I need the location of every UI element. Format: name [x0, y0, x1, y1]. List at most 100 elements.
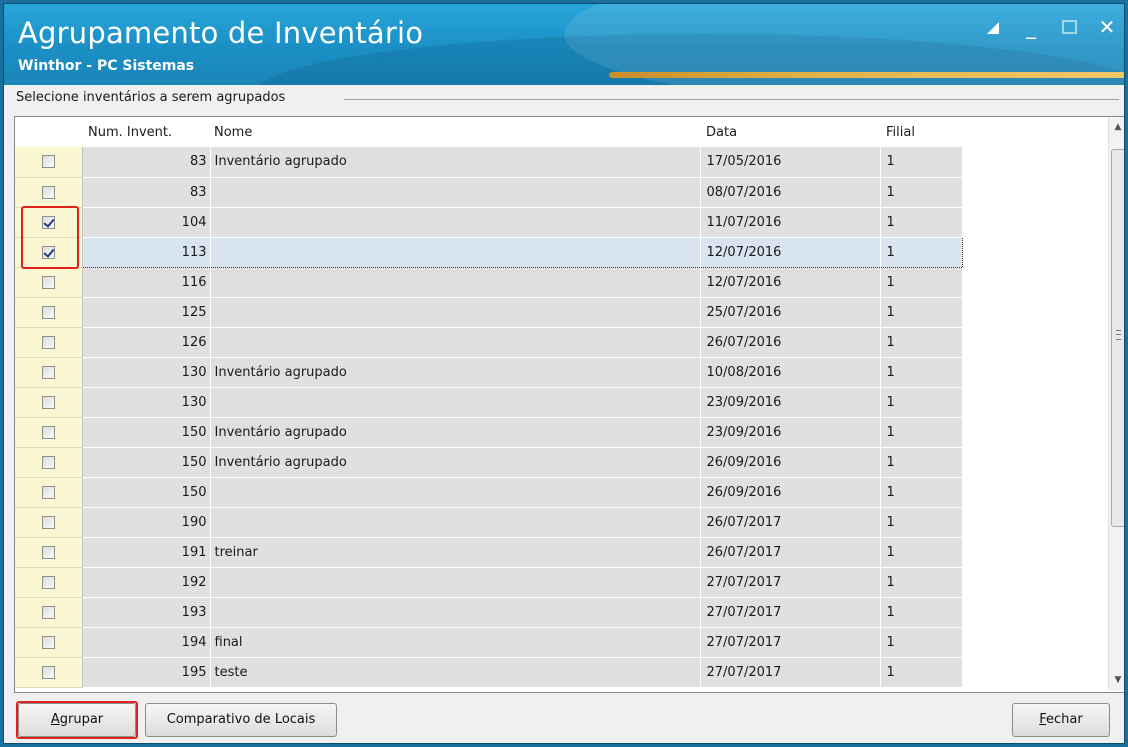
cell-num-invent: 150 [82, 447, 211, 478]
cell-filial: 1 [880, 627, 963, 658]
agrupar-button[interactable]: Agrupar [18, 703, 136, 737]
cell-data: 27/07/2017 [700, 657, 881, 688]
cell-filial: 1 [880, 567, 963, 598]
cell-nome [210, 597, 701, 628]
row-checkbox-cell [15, 387, 83, 418]
row-checkbox-cell [15, 597, 83, 628]
row-checkbox[interactable] [41, 155, 55, 169]
table-row[interactable]: 125 25/07/2016 1 [15, 297, 963, 328]
cell-nome [210, 177, 701, 208]
row-checkbox[interactable] [41, 545, 55, 559]
row-checkbox[interactable] [41, 485, 55, 499]
row-checkbox[interactable] [41, 575, 55, 589]
row-checkbox[interactable] [41, 365, 55, 379]
cell-nome: treinar [210, 537, 701, 568]
group-divider [344, 99, 1119, 100]
row-checkbox-cell [15, 267, 83, 298]
header-filial[interactable]: Filial [880, 117, 962, 147]
window-title: Agrupamento de Inventário [18, 16, 424, 50]
cell-nome [210, 327, 701, 358]
table-row[interactable]: 130 Inventário agrupado 10/08/2016 1 [15, 357, 963, 388]
cell-num-invent: 193 [82, 597, 211, 628]
cell-num-invent: 125 [82, 297, 211, 328]
minimize-icon[interactable]: _ [1018, 14, 1044, 40]
cell-nome [210, 507, 701, 538]
cell-data: 08/07/2016 [700, 177, 881, 208]
maximize-icon[interactable] [1056, 14, 1082, 40]
row-checkbox[interactable] [41, 605, 55, 619]
cell-data: 25/07/2016 [700, 297, 881, 328]
table-row[interactable]: 113 12/07/2016 1 [15, 236, 963, 268]
table-row[interactable]: 116 12/07/2016 1 [15, 267, 963, 298]
cell-data: 23/09/2016 [700, 417, 881, 448]
scroll-down-icon[interactable]: ▼ [1109, 670, 1124, 690]
table-row[interactable]: 195 teste 27/07/2017 1 [15, 657, 963, 688]
cell-filial: 1 [880, 597, 963, 628]
vertical-scrollbar[interactable]: ▲ ▼ [1108, 117, 1124, 690]
row-checkbox-cell [15, 507, 83, 538]
cell-data: 26/07/2016 [700, 327, 881, 358]
header-num-invent[interactable]: Num. Invent. [82, 117, 210, 147]
cell-data: 27/07/2017 [700, 627, 881, 658]
table-row[interactable]: 150 26/09/2016 1 [15, 477, 963, 508]
table-row[interactable]: 150 Inventário agrupado 26/09/2016 1 [15, 447, 963, 478]
table-row[interactable]: 130 23/09/2016 1 [15, 387, 963, 418]
fechar-button[interactable]: Fechar [1012, 703, 1110, 737]
cell-nome: Inventário agrupado [210, 447, 701, 478]
row-checkbox[interactable] [41, 455, 55, 469]
row-checkbox[interactable] [41, 515, 55, 529]
table-row[interactable]: 150 Inventário agrupado 23/09/2016 1 [15, 417, 963, 448]
row-checkbox[interactable] [41, 275, 55, 289]
cell-nome: Inventário agrupado [210, 147, 701, 178]
cell-nome: Inventário agrupado [210, 357, 701, 388]
window-subtitle: Winthor - PC Sistemas [18, 58, 195, 74]
row-checkbox-cell [15, 627, 83, 658]
table-row[interactable]: 191 treinar 26/07/2017 1 [15, 537, 963, 568]
comparativo-de-locais-button[interactable]: Comparativo de Locais [145, 703, 337, 737]
cell-data: 10/08/2016 [700, 357, 881, 388]
cell-data: 12/07/2016 [700, 236, 881, 268]
close-icon[interactable]: ✕ [1094, 14, 1120, 40]
cell-data: 27/07/2017 [700, 597, 881, 628]
restore-icon[interactable] [980, 14, 1006, 40]
cell-nome: Inventário agrupado [210, 417, 701, 448]
row-checkbox[interactable] [41, 245, 55, 259]
table-row[interactable]: 193 27/07/2017 1 [15, 597, 963, 628]
cell-nome [210, 387, 701, 418]
header-data[interactable]: Data [700, 117, 880, 147]
cell-num-invent: 190 [82, 507, 211, 538]
row-checkbox[interactable] [41, 635, 55, 649]
row-checkbox[interactable] [41, 215, 55, 229]
table-row[interactable]: 83 08/07/2016 1 [15, 177, 963, 208]
cell-num-invent: 126 [82, 327, 211, 358]
title-bar: Agrupamento de Inventário Winthor - PC S… [4, 4, 1124, 85]
cell-data: 26/07/2017 [700, 507, 881, 538]
row-checkbox[interactable] [41, 185, 55, 199]
row-checkbox[interactable] [41, 395, 55, 409]
table-row[interactable]: 126 26/07/2016 1 [15, 327, 963, 358]
cell-num-invent: 130 [82, 387, 211, 418]
row-checkbox[interactable] [41, 425, 55, 439]
table-row[interactable]: 192 27/07/2017 1 [15, 567, 963, 598]
cell-num-invent: 194 [82, 627, 211, 658]
cell-filial: 1 [880, 357, 963, 388]
cell-filial: 1 [880, 537, 963, 568]
cell-data: 12/07/2016 [700, 267, 881, 298]
header-nome[interactable]: Nome [210, 117, 700, 147]
row-checkbox[interactable] [41, 665, 55, 679]
table-row[interactable]: 194 final 27/07/2017 1 [15, 627, 963, 658]
row-checkbox[interactable] [41, 305, 55, 319]
cell-data: 23/09/2016 [700, 387, 881, 418]
scrollbar-thumb[interactable] [1111, 149, 1124, 527]
row-checkbox[interactable] [41, 335, 55, 349]
row-checkbox-cell [15, 237, 83, 268]
table-row[interactable]: 190 26/07/2017 1 [15, 507, 963, 538]
cell-nome [210, 567, 701, 598]
row-checkbox-cell [15, 357, 83, 388]
inventory-grid[interactable]: Num. Invent. Nome Data Filial 83 Inventár… [14, 116, 1124, 693]
cell-num-invent: 116 [82, 267, 211, 298]
scroll-up-icon[interactable]: ▲ [1109, 117, 1124, 137]
inventory-grouping-window: Agrupamento de Inventário Winthor - PC S… [3, 3, 1125, 744]
table-row[interactable]: 104 11/07/2016 1 [15, 207, 963, 238]
table-row[interactable]: 83 Inventário agrupado 17/05/2016 1 [15, 147, 963, 178]
